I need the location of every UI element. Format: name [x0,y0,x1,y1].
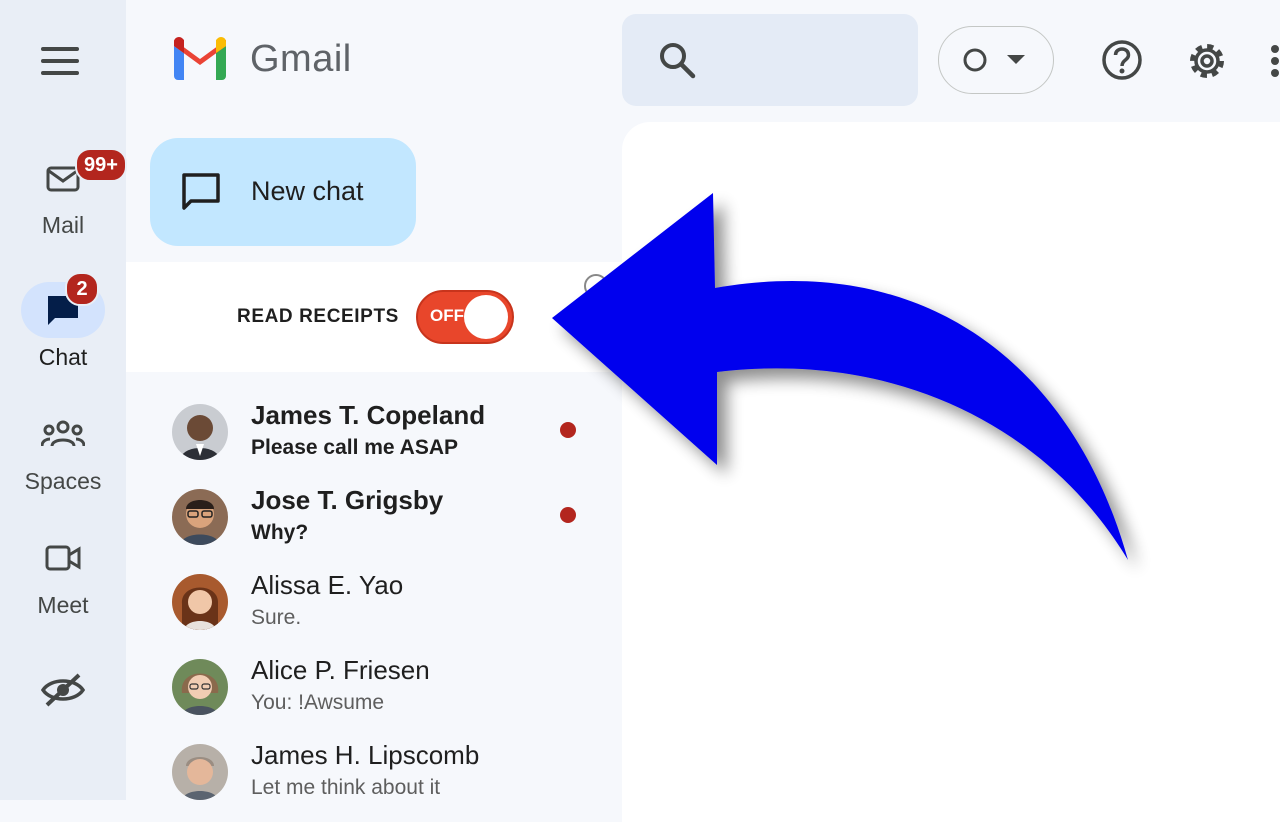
annotation-arrow [552,193,1128,560]
